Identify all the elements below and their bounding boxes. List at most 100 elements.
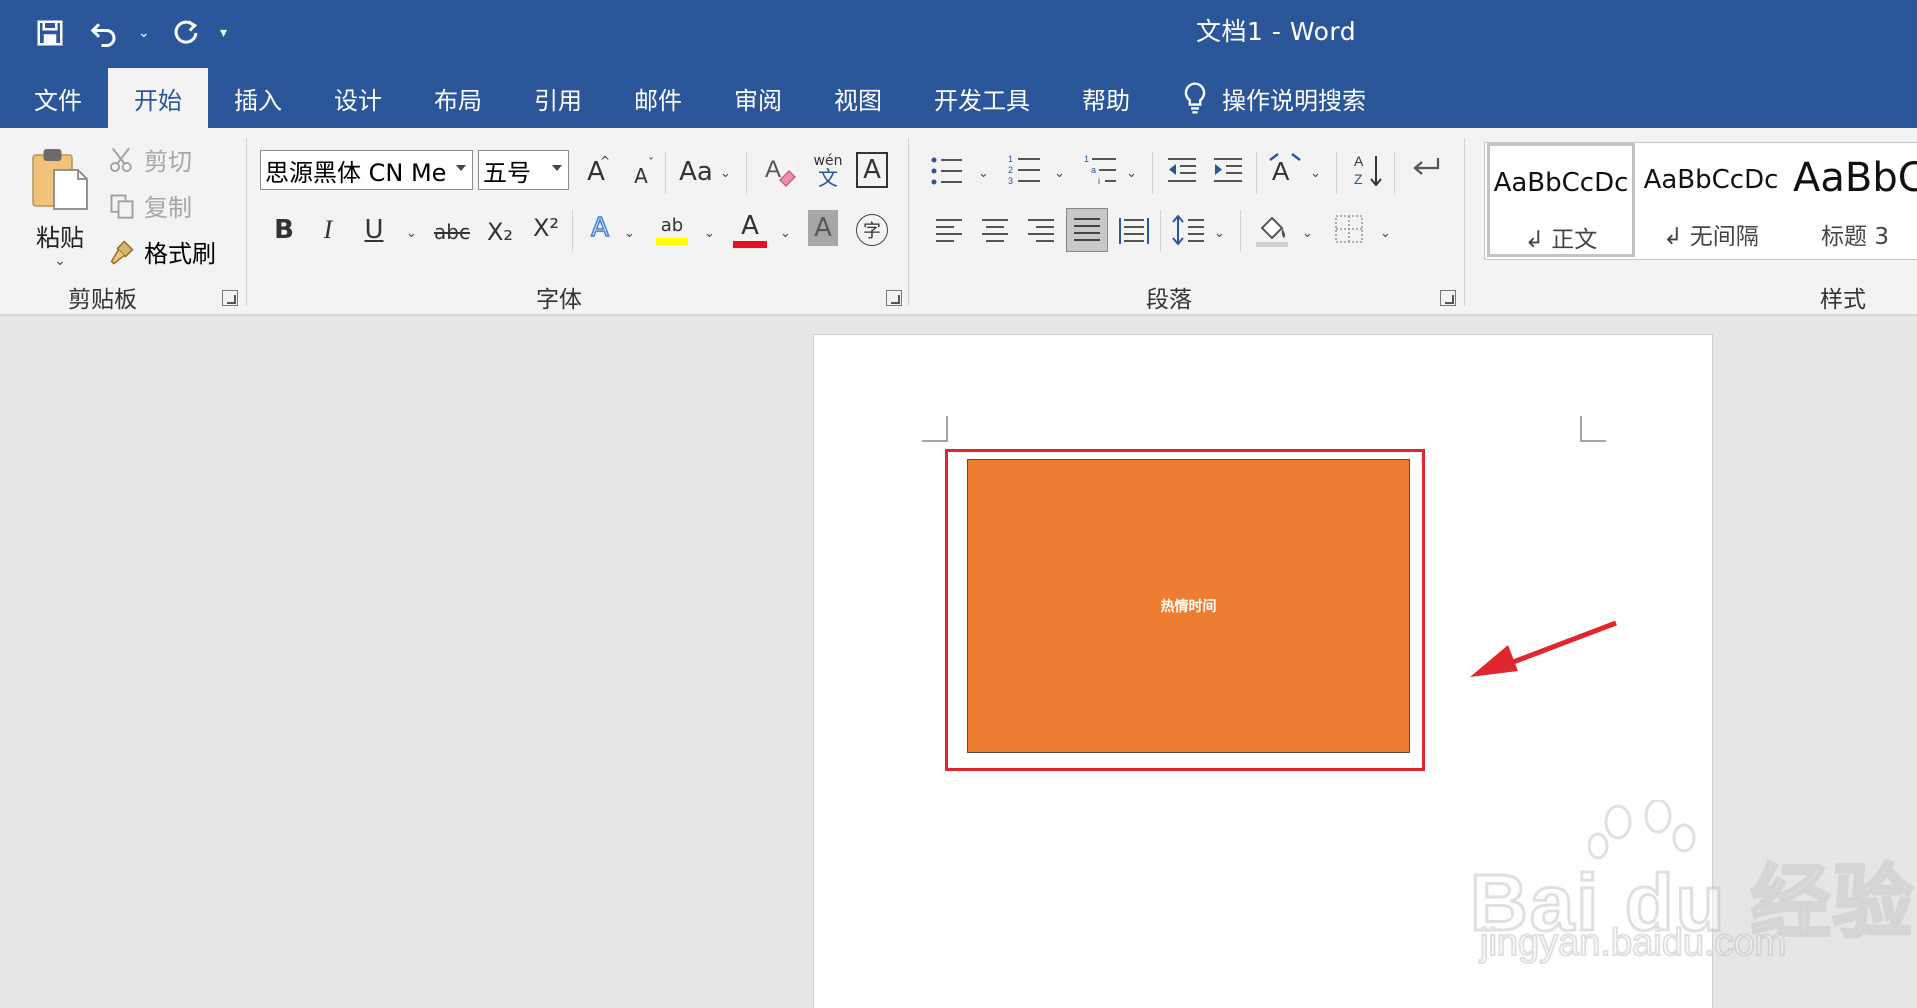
phonetic-guide-button[interactable]: wén 文 bbox=[808, 148, 848, 194]
tab-help[interactable]: 帮助 bbox=[1056, 68, 1156, 128]
svg-text:a: a bbox=[1091, 165, 1096, 175]
tell-me-search[interactable]: 操作说明搜索 bbox=[1156, 68, 1366, 128]
borders-dropdown-icon[interactable]: ⌄ bbox=[1380, 226, 1391, 241]
show-formatting-button[interactable] bbox=[1410, 154, 1442, 184]
superscript-button[interactable]: X² bbox=[528, 208, 564, 248]
tab-developer[interactable]: 开发工具 bbox=[908, 68, 1056, 128]
change-case-dropdown-icon[interactable]: ⌄ bbox=[720, 166, 731, 181]
borders-button[interactable] bbox=[1334, 214, 1364, 244]
underline-button[interactable]: U bbox=[358, 210, 390, 250]
enclose-characters-button[interactable]: 字 bbox=[856, 214, 888, 246]
font-name-value: 思源黑体 CN Me bbox=[265, 158, 447, 187]
tab-mailings[interactable]: 邮件 bbox=[608, 68, 708, 128]
align-left-button[interactable] bbox=[934, 218, 964, 244]
character-border-button[interactable]: A bbox=[856, 152, 888, 188]
clear-formatting-button[interactable]: A bbox=[760, 150, 800, 192]
shading-dropdown-icon[interactable]: ⌄ bbox=[1302, 226, 1313, 241]
format-painter-button[interactable]: 格式刷 bbox=[108, 234, 216, 269]
line-spacing-button[interactable] bbox=[1172, 214, 1206, 246]
strikethrough-button[interactable]: abc bbox=[430, 212, 474, 252]
grow-font-button[interactable]: A ^ bbox=[580, 152, 612, 192]
underline-dropdown-icon[interactable]: ⌄ bbox=[406, 226, 417, 241]
font-size-combobox[interactable]: 五号 bbox=[478, 150, 569, 190]
paragraph-separator bbox=[1256, 152, 1257, 194]
multilevel-dropdown-icon[interactable]: ⌄ bbox=[1126, 166, 1137, 181]
highlight-button[interactable]: ab bbox=[652, 208, 692, 252]
font-size-dropdown-icon[interactable] bbox=[552, 165, 562, 171]
align-center-icon bbox=[982, 219, 1008, 242]
sort-button[interactable]: AZ bbox=[1354, 152, 1384, 188]
tab-view[interactable]: 视图 bbox=[808, 68, 908, 128]
svg-text:i: i bbox=[1098, 176, 1100, 186]
text-direction-dropdown-icon[interactable]: ⌄ bbox=[1310, 166, 1321, 181]
title-bar: ⌄ ▾ 文档1 - Word 文件 开始 插入 设计 布局 引用 邮件 审阅 视… bbox=[0, 0, 1917, 128]
customize-icon[interactable]: ▾ bbox=[220, 25, 234, 41]
character-shading-button[interactable]: A bbox=[808, 210, 838, 246]
tab-design[interactable]: 设计 bbox=[308, 68, 408, 128]
highlight-dropdown-icon[interactable]: ⌄ bbox=[704, 226, 715, 241]
shrink-font-caret-icon: ˇ bbox=[648, 156, 654, 170]
tab-review[interactable]: 审阅 bbox=[708, 68, 808, 128]
tab-home[interactable]: 开始 bbox=[108, 68, 208, 128]
bold-button[interactable]: B bbox=[268, 210, 300, 250]
tab-insert[interactable]: 插入 bbox=[208, 68, 308, 128]
change-case-button[interactable]: Aa bbox=[676, 152, 716, 192]
styles-gallery: AaBbCcDc ↲ 正文 AaBbCcDc ↲ 无间隔 AaBbC 标题 3 bbox=[1484, 142, 1917, 260]
decrease-indent-button[interactable] bbox=[1166, 156, 1198, 184]
copy-icon bbox=[110, 194, 134, 219]
margin-corner-mark bbox=[922, 416, 948, 442]
format-painter-label: 格式刷 bbox=[144, 240, 216, 268]
increase-indent-button[interactable] bbox=[1212, 156, 1244, 184]
save-icon[interactable] bbox=[30, 13, 70, 53]
font-name-dropdown-icon[interactable] bbox=[456, 165, 466, 171]
font-color-label: A bbox=[741, 210, 759, 241]
distributed-button[interactable] bbox=[1118, 216, 1150, 246]
tab-file[interactable]: 文件 bbox=[0, 68, 108, 128]
sort-icon: AZ bbox=[1354, 153, 1382, 187]
redo-icon[interactable] bbox=[166, 13, 206, 53]
paste-button[interactable]: 粘贴 ⌄ bbox=[28, 146, 92, 269]
bullets-button[interactable] bbox=[930, 156, 964, 186]
font-launcher-icon[interactable] bbox=[886, 290, 902, 306]
paste-dropdown-icon[interactable]: ⌄ bbox=[28, 253, 92, 269]
svg-text:3: 3 bbox=[1008, 176, 1013, 186]
cut-button[interactable]: 剪切 bbox=[108, 142, 192, 177]
style-heading-3[interactable]: AaBbC 标题 3 bbox=[1785, 143, 1917, 257]
shading-button[interactable] bbox=[1254, 212, 1290, 248]
subscript-button[interactable]: X₂ bbox=[482, 212, 518, 252]
style-no-spacing[interactable]: AaBbCcDc ↲ 无间隔 bbox=[1637, 143, 1785, 257]
style-normal[interactable]: AaBbCcDc ↲ 正文 bbox=[1487, 143, 1635, 257]
group-separator bbox=[908, 138, 909, 306]
italic-button[interactable]: I bbox=[312, 210, 344, 250]
paragraph-separator bbox=[1160, 210, 1161, 252]
tab-references[interactable]: 引用 bbox=[508, 68, 608, 128]
font-separator bbox=[572, 210, 573, 252]
clipboard-launcher-icon[interactable] bbox=[222, 290, 238, 306]
bullets-dropdown-icon[interactable]: ⌄ bbox=[978, 166, 989, 181]
style-sample: AaBbCcDc bbox=[1493, 168, 1629, 198]
numbering-button[interactable]: 123 bbox=[1008, 154, 1042, 186]
copy-button[interactable]: 复制 bbox=[108, 188, 192, 223]
paragraph-launcher-icon[interactable] bbox=[1440, 290, 1456, 306]
font-name-combobox[interactable]: 思源黑体 CN Me bbox=[260, 150, 473, 190]
undo-icon[interactable] bbox=[84, 13, 124, 53]
svg-text:1: 1 bbox=[1084, 154, 1089, 164]
justify-button[interactable] bbox=[1066, 208, 1108, 252]
margin-corner-mark bbox=[1580, 416, 1606, 442]
font-color-dropdown-icon[interactable]: ⌄ bbox=[780, 226, 791, 241]
text-effects-button[interactable]: A bbox=[584, 208, 616, 248]
font-separator bbox=[665, 152, 666, 194]
align-center-button[interactable] bbox=[980, 218, 1010, 244]
tab-layout[interactable]: 布局 bbox=[408, 68, 508, 128]
paint-bucket-icon bbox=[1256, 216, 1288, 247]
align-right-button[interactable] bbox=[1026, 218, 1056, 244]
text-effects-dropdown-icon[interactable]: ⌄ bbox=[624, 226, 635, 241]
scissors-icon bbox=[109, 147, 132, 172]
text-direction-button[interactable]: A bbox=[1268, 152, 1302, 186]
multilevel-list-button[interactable]: 1ai bbox=[1084, 154, 1118, 186]
shrink-font-button[interactable]: Aˇ bbox=[626, 156, 656, 196]
line-spacing-dropdown-icon[interactable]: ⌄ bbox=[1214, 226, 1225, 241]
undo-dropdown-icon[interactable]: ⌄ bbox=[138, 25, 152, 41]
font-color-button[interactable]: A bbox=[730, 206, 770, 252]
numbering-dropdown-icon[interactable]: ⌄ bbox=[1054, 166, 1065, 181]
